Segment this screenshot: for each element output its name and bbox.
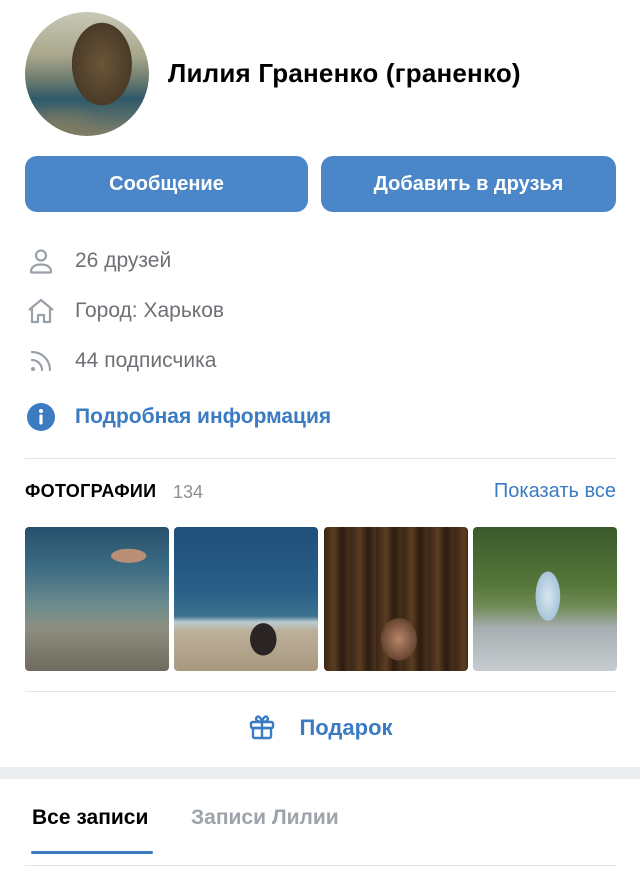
active-tab-indicator <box>31 851 153 854</box>
add-friend-button[interactable]: Добавить в друзья <box>321 156 616 212</box>
tab-all-posts[interactable]: Все записи <box>32 806 148 830</box>
divider <box>25 691 616 692</box>
info-icon <box>25 401 57 433</box>
photo-thumbnail[interactable] <box>174 527 318 671</box>
rss-icon <box>25 345 57 377</box>
message-button[interactable]: Сообщение <box>25 156 308 212</box>
photo-thumbnail[interactable] <box>324 527 468 671</box>
more-info-link[interactable]: Подробная информация <box>25 401 331 433</box>
profile-name: Лилия Граненко (граненко) <box>168 58 521 88</box>
photos-count: 134 <box>173 482 204 502</box>
divider <box>25 458 616 459</box>
followers-count: 44 подписчика <box>75 349 217 372</box>
photos-title: ФОТОГРАФИИ <box>25 481 157 501</box>
show-all-photos-link[interactable]: Показать все <box>494 480 616 503</box>
gift-button[interactable]: Подарок <box>0 706 640 750</box>
divider <box>25 865 616 866</box>
gift-label: Подарок <box>299 715 393 740</box>
friends-count: 26 друзей <box>75 249 172 272</box>
person-icon <box>25 245 57 277</box>
followers-row[interactable]: 44 подписчика <box>25 345 216 377</box>
more-info-label: Подробная информация <box>75 405 332 428</box>
avatar[interactable] <box>25 12 149 136</box>
city-text: Город: Харьков <box>75 299 225 322</box>
tab-own-posts[interactable]: Записи Лилии <box>191 806 339 830</box>
home-icon <box>25 295 57 327</box>
gift-icon <box>247 711 277 746</box>
friends-row[interactable]: 26 друзей <box>25 245 171 277</box>
photo-thumbnail[interactable] <box>473 527 617 671</box>
section-separator <box>0 767 640 779</box>
city-row: Город: Харьков <box>25 295 224 327</box>
photo-thumbnail[interactable] <box>25 527 169 671</box>
